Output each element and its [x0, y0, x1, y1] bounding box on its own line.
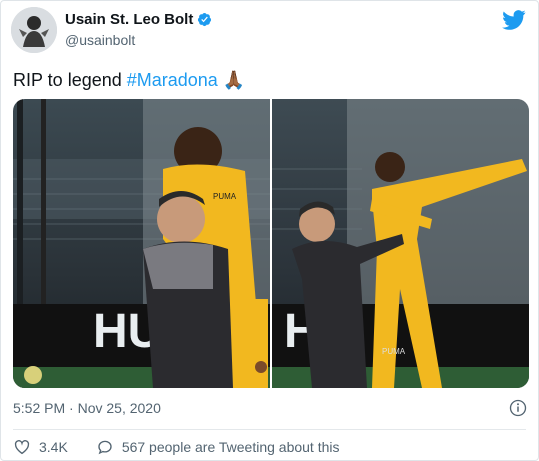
conversation-link[interactable]: 567 people are Tweeting about this [96, 438, 340, 456]
tweet-text: RIP to legend #Maradona 🙏🏾 [13, 70, 245, 91]
twitter-bird-icon[interactable] [502, 10, 526, 30]
media-grid: HU PUMA H PUMA [13, 99, 529, 388]
author-handle[interactable]: @usainbolt [65, 32, 135, 48]
divider [13, 429, 526, 430]
chat-bubble-icon [98, 440, 112, 455]
verified-badge-icon [198, 12, 212, 27]
author-name-row[interactable]: Usain St. Leo Bolt [65, 11, 212, 28]
photo-2-image: H PUMA [272, 99, 529, 388]
author-name[interactable]: Usain St. Leo Bolt [65, 11, 193, 28]
tweet-timestamp[interactable]: 5:52 PM · Nov 25, 2020 [13, 400, 161, 416]
avatar[interactable] [11, 7, 57, 53]
like-count: 3.4K [39, 439, 68, 455]
puma-logo-1: PUMA [213, 192, 237, 201]
like-button[interactable]: 3.4K [13, 438, 68, 456]
folded-hands-emoji: 🙏🏾 [222, 70, 246, 90]
photo-bolt-and-maradona-lightning-pose[interactable]: H PUMA [272, 99, 529, 388]
tweet-text-body: RIP to legend [13, 70, 127, 90]
puma-logo-2: PUMA [382, 347, 406, 356]
hashtag-link[interactable]: #Maradona [127, 70, 218, 90]
photo-bolt-hugging-maradona[interactable]: HU PUMA [13, 99, 270, 388]
conversation-text: 567 people are Tweeting about this [121, 439, 340, 455]
avatar-image [11, 7, 57, 53]
info-icon[interactable] [509, 399, 527, 417]
tweet-actions: 3.4K 567 people are Tweeting about this [13, 438, 340, 456]
heart-icon [14, 440, 30, 455]
photo-1-image: HU PUMA [13, 99, 270, 388]
tweet-card: Usain St. Leo Bolt @usainbolt RIP to leg… [0, 0, 539, 461]
